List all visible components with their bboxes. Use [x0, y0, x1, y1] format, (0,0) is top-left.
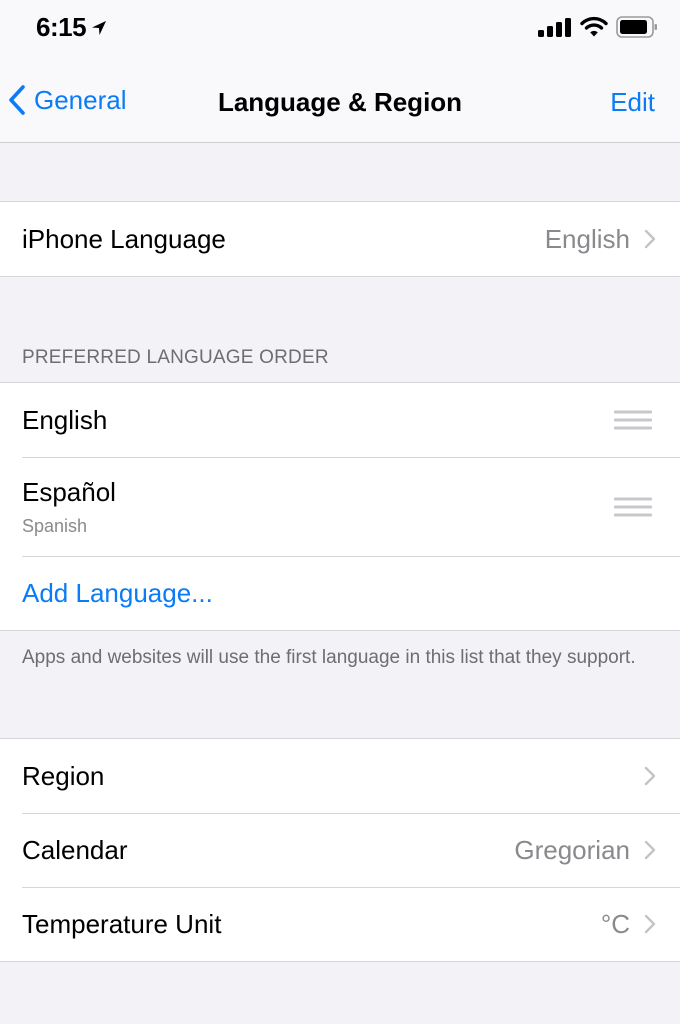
chevron-right-icon [644, 914, 656, 934]
battery-icon [616, 16, 657, 38]
edit-button[interactable]: Edit [610, 87, 655, 118]
section-footer: Apps and websites will use the first lan… [22, 647, 636, 668]
clock: 6:15 [36, 12, 87, 42]
language-row[interactable]: Español Spanish [0, 457, 680, 556]
row-value: °C [600, 908, 630, 939]
chevron-right-icon [644, 766, 656, 786]
status-icons [538, 16, 658, 38]
row-label: iPhone Language [22, 223, 226, 254]
language-row[interactable]: English [0, 383, 680, 457]
row-label: Calendar [22, 834, 128, 865]
location-arrow-icon [92, 20, 107, 35]
page-title: Language & Region [217, 87, 463, 117]
row-value: English [544, 223, 630, 254]
reorder-handle-icon[interactable] [614, 492, 652, 521]
language-name: Español [22, 476, 116, 507]
chevron-right-icon [644, 840, 656, 860]
calendar-row[interactable]: Calendar Gregorian [0, 813, 680, 887]
row-label: Region [22, 760, 105, 791]
region-group: Region Calendar Gregorian Temperature Un… [0, 738, 680, 962]
add-language-label: Add Language... [22, 577, 213, 608]
add-language-button[interactable]: Add Language... [0, 556, 680, 630]
chevron-right-icon [644, 229, 656, 249]
status-bar: 6:15 [0, 0, 680, 60]
temperature-unit-row[interactable]: Temperature Unit °C [0, 887, 680, 961]
region-row[interactable]: Region [0, 739, 680, 813]
section-header: PREFERRED LANGUAGE ORDER [22, 347, 329, 368]
reorder-handle-icon[interactable] [614, 406, 652, 435]
wifi-icon [580, 16, 608, 37]
language-name: English [22, 404, 108, 435]
cellular-signal-icon [538, 18, 571, 37]
preferred-language-group: English Español Spanish Add Language... [0, 382, 680, 631]
language-subtitle: Spanish [22, 515, 88, 536]
status-time: 6:15 [36, 12, 108, 43]
iphone-language-row[interactable]: iPhone Language English [0, 202, 680, 276]
navigation-bar: General Language & Region Edit [0, 60, 680, 143]
row-label: Temperature Unit [22, 908, 222, 939]
iphone-language-group: iPhone Language English [0, 201, 680, 277]
row-value: Gregorian [514, 834, 630, 865]
